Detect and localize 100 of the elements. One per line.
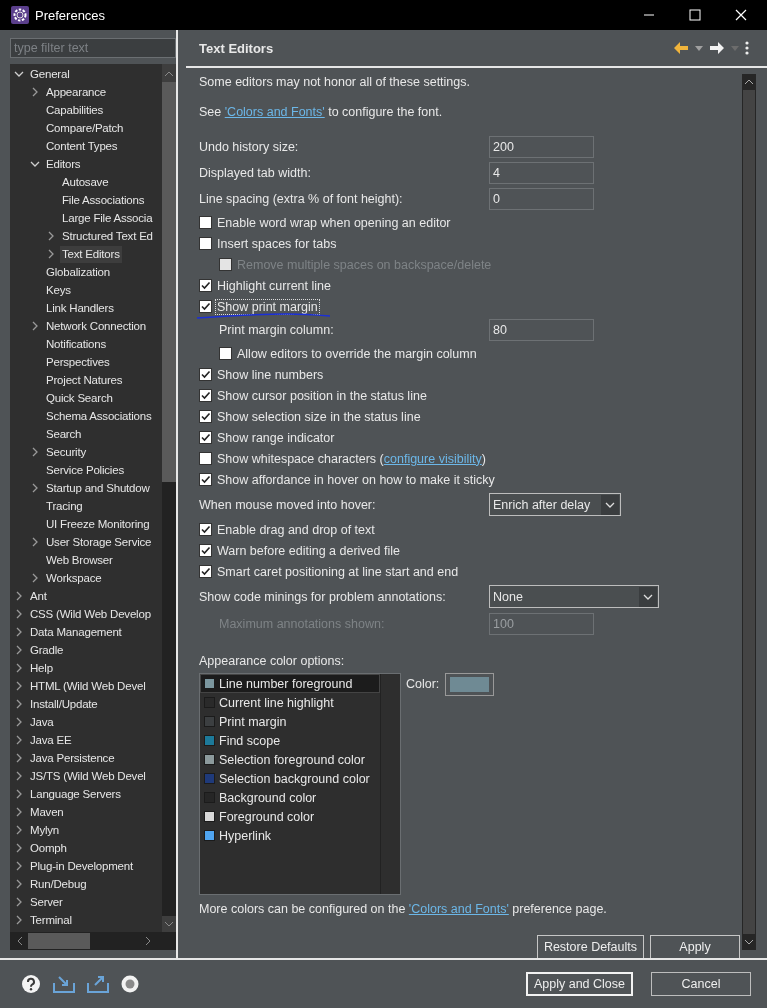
configure-visibility-link[interactable]: configure visibility [383,451,482,466]
scrollbar[interactable] [162,64,176,932]
tree-item[interactable]: Data Management [28,623,124,641]
dropdown-caret-icon[interactable] [695,45,703,51]
dropdown[interactable]: None [489,585,659,608]
color-list-item[interactable]: Hyperlink [200,826,380,845]
cancel-button[interactable]: Cancel [651,972,751,996]
scroll-left-icon[interactable] [16,936,24,946]
checkbox[interactable] [199,473,212,486]
checkbox-label[interactable]: Show cursor position in the status line [215,387,429,404]
tree-item[interactable]: Search [44,425,84,443]
tree-item[interactable]: Server [28,893,65,911]
checkbox[interactable] [199,300,212,313]
tree-item[interactable]: Perspectives [44,353,112,371]
scroll-up-icon[interactable] [744,78,754,86]
tree-item[interactable]: Keys [44,281,73,299]
input-field[interactable]: 4 [489,162,594,184]
apply-button[interactable]: Apply [650,935,740,958]
tree-item[interactable]: CSS (Wild Web Develop [28,605,153,623]
more-menu-icon[interactable] [745,41,749,55]
checkbox-label[interactable]: Show whitespace characters (configure visibility) [215,450,488,467]
checkbox-label[interactable]: Enable drag and drop of text [215,521,377,538]
close-icon[interactable] [735,9,747,21]
tree-item[interactable]: Quick Search [44,389,115,407]
filter-field[interactable]: type filter text [10,38,176,58]
tree-item[interactable]: Large File Associa [60,209,155,227]
tree-item[interactable]: File Associations [60,191,147,209]
import-icon[interactable] [53,975,75,993]
color-list-item[interactable]: Find scope [200,731,380,750]
checkbox[interactable] [199,368,212,381]
checkbox[interactable] [199,279,212,292]
tree-item[interactable]: Compare/Patch [44,119,126,137]
maximize-icon[interactable] [689,9,701,21]
tree-item[interactable]: Autosave [60,173,111,191]
checkbox[interactable] [199,431,212,444]
chevron-down-icon[interactable] [639,586,657,607]
record-icon[interactable] [121,975,139,993]
tree-item[interactable]: Network Connection [44,317,148,335]
tree-item[interactable]: Java [28,713,56,731]
dropdown[interactable]: Enrich after delay [489,493,621,516]
tree-item[interactable]: Project Natures [44,371,125,389]
tree-item[interactable]: Terminal [28,911,74,929]
tree-item[interactable]: Ant [28,587,49,605]
back-arrow-icon[interactable] [673,41,689,55]
checkbox[interactable] [199,452,212,465]
tree-item[interactable]: Mylyn [28,821,62,839]
checkbox[interactable] [199,565,212,578]
tree-item[interactable]: Oomph [28,839,69,857]
scrollbar[interactable] [742,74,756,950]
tree-item[interactable]: Security [44,443,88,461]
checkbox[interactable] [199,237,212,250]
checkbox-label[interactable]: Insert spaces for tabs [215,235,339,252]
tree-item[interactable]: Capabilities [44,101,106,119]
tree-item[interactable]: Install/Update [28,695,100,713]
tree-item[interactable]: HTML (Wild Web Devel [28,677,148,695]
checkbox-label[interactable]: Highlight current line [215,277,333,294]
checkbox-label[interactable]: Show line numbers [215,366,326,383]
tree-item[interactable]: Notifications [44,335,109,353]
tree-item[interactable]: General [28,65,72,83]
checkbox[interactable] [199,216,212,229]
checkbox-label[interactable]: Show print margin [215,298,320,315]
tree-item[interactable]: Gradle [28,641,66,659]
color-list-item[interactable]: Background color [200,788,380,807]
tree-item[interactable]: Structured Text Ed [60,227,155,245]
tree-item[interactable]: JS/TS (Wild Web Devel [28,767,148,785]
tree-item[interactable]: Tracing [44,497,85,515]
checkbox-label[interactable]: Allow editors to override the margin column [235,345,479,362]
tree-item[interactable]: Maven [28,803,66,821]
checkbox[interactable] [199,523,212,536]
checkbox[interactable] [199,544,212,557]
tree-item[interactable]: Web Browser [44,551,115,569]
color-list-item[interactable]: Line number foreground [200,674,380,693]
forward-arrow-icon[interactable] [709,41,725,55]
checkbox-label[interactable]: Show affordance in hover on how to make it sticky [215,471,497,488]
tree-item[interactable]: Java EE [28,731,74,749]
apply-and-close-button[interactable]: Apply and Close [525,972,633,996]
checkbox[interactable] [199,389,212,402]
tree-item[interactable]: User Storage Service [44,533,154,551]
input-field[interactable]: 0 [489,188,594,210]
tree-item[interactable]: Link Handlers [44,299,116,317]
tree-item[interactable]: Content Types [44,137,120,155]
color-list-item[interactable]: Selection foreground color [200,750,380,769]
checkbox-label[interactable]: Enable word wrap when opening an editor [215,214,453,231]
color-list-item[interactable]: Print margin [200,712,380,731]
tree-item[interactable]: Service Policies [44,461,126,479]
tree-item[interactable]: Workspace [44,569,104,587]
tree-item[interactable]: Globalization [44,263,112,281]
checkbox[interactable] [199,410,212,423]
tree-item[interactable]: Run/Debug [28,875,89,893]
input-field[interactable]: 80 [489,319,594,341]
tree-item[interactable]: Schema Associations [44,407,154,425]
checkbox-label[interactable]: Smart caret positioning at line start and end [215,563,461,580]
checkbox-label[interactable]: Show selection size in the status line [215,408,423,425]
tree-item[interactable]: Startup and Shutdow [44,479,152,497]
help-icon[interactable] [21,974,41,994]
tree-item[interactable]: Plug-in Development [28,857,135,875]
color-list-item[interactable]: Selection background color [200,769,380,788]
scroll-right-icon[interactable] [144,936,152,946]
restore-defaults-button[interactable]: Restore Defaults [536,935,644,958]
scroll-down-icon[interactable] [744,938,754,946]
